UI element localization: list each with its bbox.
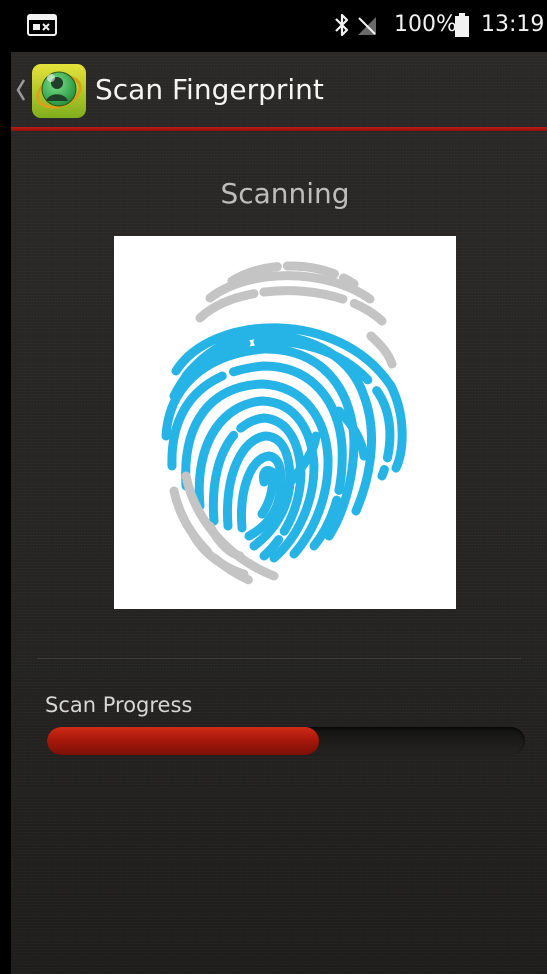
scan-progress-fill — [47, 727, 320, 755]
bluetooth-icon — [333, 12, 351, 38]
battery-percent: 100% — [394, 12, 457, 37]
app-screen: 100% 13:19 Scan Fingerprint Scanning Sca… — [11, 0, 547, 974]
section-divider — [37, 658, 521, 659]
progress-label: Scan Progress — [45, 693, 193, 717]
scan-progress-bar — [47, 727, 525, 755]
fingerprint-icon — [161, 261, 407, 591]
page-title: Scan Fingerprint — [95, 73, 324, 106]
contact-card-icon — [27, 14, 57, 36]
clock: 13:19 — [481, 12, 545, 37]
status-bar: 100% 13:19 — [11, 0, 547, 52]
no-sim-icon — [357, 16, 377, 36]
chevron-left-icon[interactable] — [15, 78, 27, 102]
fingerprint-panel — [114, 236, 456, 609]
scan-status-text: Scanning — [220, 177, 350, 210]
action-bar: Scan Fingerprint — [11, 52, 547, 128]
battery-full-icon — [455, 13, 469, 37]
app-logo-icon[interactable] — [31, 63, 87, 119]
title-underline — [11, 127, 547, 131]
